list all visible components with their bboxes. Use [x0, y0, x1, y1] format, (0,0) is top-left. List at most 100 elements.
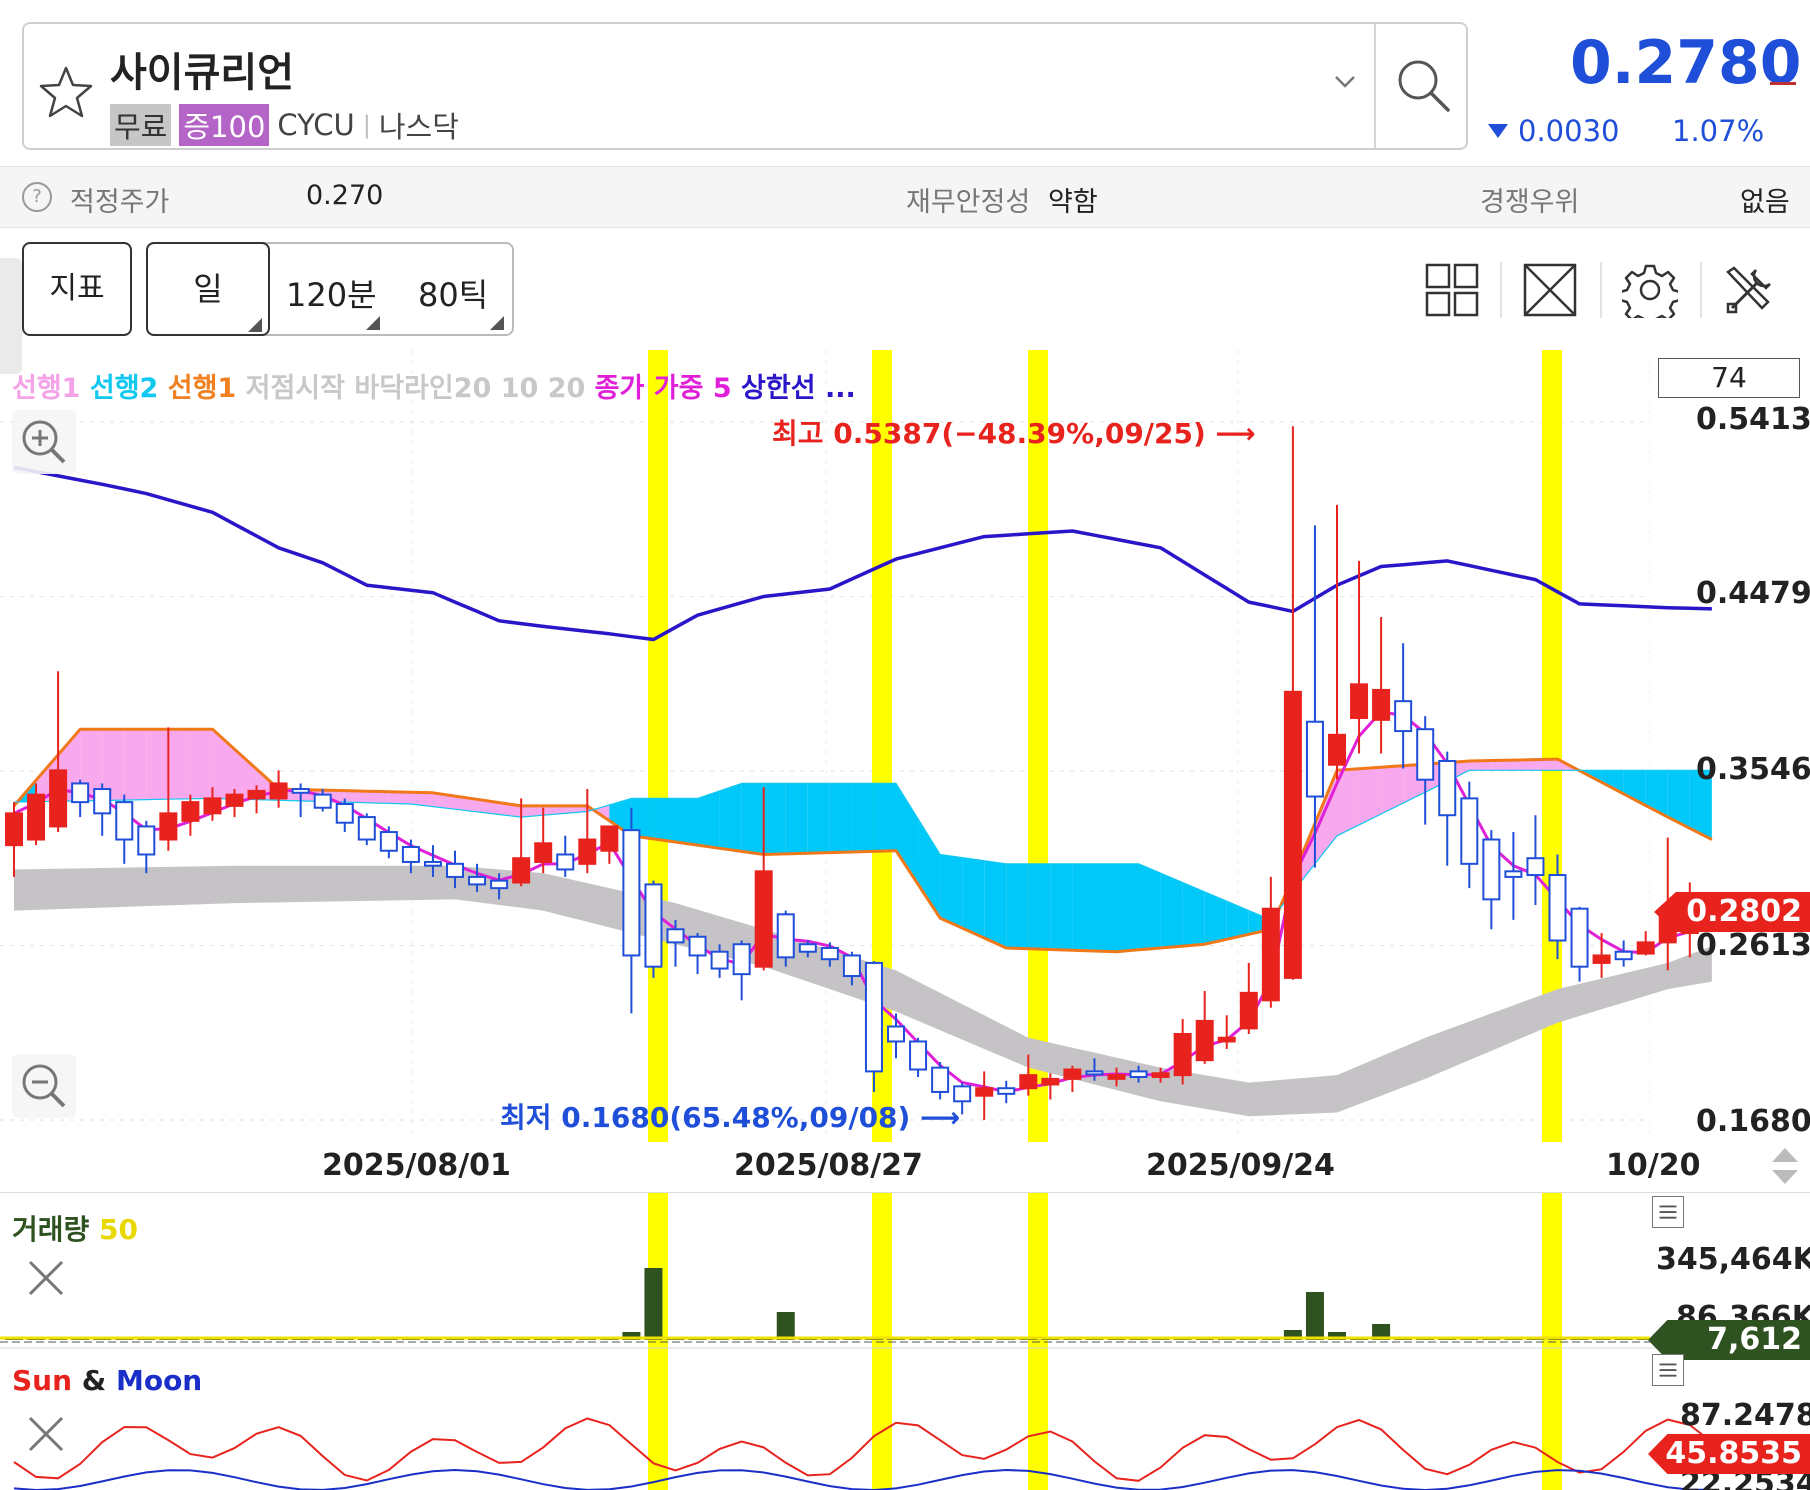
candle-body: [1526, 857, 1545, 877]
right-arrow-icon: ⟶: [1215, 417, 1256, 450]
candle-body: [93, 788, 112, 815]
candle-body: [1394, 700, 1413, 733]
candle-body: [688, 935, 707, 957]
candle-body: [1504, 870, 1523, 878]
candle-body: [159, 812, 178, 841]
cloud-segment: [1116, 863, 1139, 952]
candle-body: [1570, 907, 1589, 968]
favorite-star-icon[interactable]: [36, 62, 96, 122]
candle-body: [313, 793, 332, 809]
candle-body: [887, 1025, 905, 1043]
legend-item: 저점시작 바닥라인20 10 20: [245, 373, 595, 404]
cloud-segment: [697, 790, 720, 849]
candle-body: [27, 793, 46, 841]
candle-body: [1372, 688, 1391, 721]
candle-body: [820, 946, 839, 961]
candle-body: [512, 857, 531, 884]
chart-count-box: 74: [1658, 358, 1800, 398]
period-80tick-tab[interactable]: 80틱: [418, 270, 488, 316]
zoom-in-icon[interactable]: [12, 410, 76, 474]
highlight-band: [872, 350, 892, 1490]
candle-body: [1195, 1019, 1214, 1062]
candle-body: [357, 816, 376, 841]
grid-layout-icon[interactable]: [1424, 262, 1480, 318]
settings-gear-icon[interactable]: [1622, 262, 1678, 318]
y-tick-label: 0.4479: [1696, 576, 1810, 611]
toolbar-divider: [1700, 262, 1702, 318]
cloud-segment: [1050, 863, 1073, 951]
candle-body: [203, 797, 222, 815]
cloud-segment: [1182, 882, 1205, 947]
volume-bar: [644, 1268, 663, 1340]
cloud-segment: [1381, 765, 1404, 814]
search-icon[interactable]: [1392, 54, 1456, 118]
scroll-updown-icon[interactable]: [1770, 1146, 1800, 1186]
candle-body: [1460, 797, 1479, 865]
bottom-line-band: [14, 865, 1712, 1117]
80tick-dropdown-corner-icon: [490, 316, 504, 330]
cloud-segment: [1601, 770, 1624, 794]
price-dash: [1770, 82, 1796, 85]
cloud-segment: [1094, 863, 1117, 952]
close-icon[interactable]: [24, 1412, 68, 1456]
margin-badge: 증100: [179, 104, 270, 146]
candle-body: [1217, 1036, 1236, 1043]
high-annotation: 최고 0.5387(−48.39%,09/25) ⟶: [772, 412, 1256, 452]
close-icon[interactable]: [24, 1256, 68, 1300]
candle-body: [754, 870, 773, 968]
price-change-percent: 1.07%: [1672, 114, 1765, 148]
cloud-segment: [1028, 863, 1051, 950]
indicator-tab[interactable]: 지표: [22, 242, 132, 336]
y-tick-label: 0.1680: [1696, 1104, 1810, 1139]
stability-label: 재무안정성: [906, 187, 1031, 218]
search-divider: [1374, 24, 1376, 148]
candle-body: [644, 883, 663, 968]
help-icon[interactable]: ?: [22, 182, 52, 212]
candle-body: [909, 1040, 928, 1071]
y-axis-background: [1650, 350, 1810, 1140]
fullscreen-icon[interactable]: [1522, 262, 1578, 318]
menu-icon[interactable]: [1652, 1196, 1684, 1228]
candle-body: [534, 842, 553, 863]
volume-bars: [0, 1191, 1810, 1349]
candle-body: [5, 812, 23, 847]
chevron-down-icon[interactable]: [1330, 70, 1360, 94]
candle-body: [864, 961, 883, 1073]
tools-icon[interactable]: [1722, 262, 1778, 318]
candle-body: [1305, 720, 1324, 798]
candle-body: [423, 860, 442, 867]
high-annotation-text: 최고 0.5387(−48.39%,09/25): [772, 417, 1206, 450]
cloud-segment: [741, 783, 764, 855]
menu-icon[interactable]: [1652, 1354, 1684, 1386]
advantage-value: 없음: [1740, 187, 1790, 218]
candle-body: [1261, 907, 1280, 1002]
candle-body: [732, 943, 751, 976]
price-chart[interactable]: [0, 350, 1810, 1490]
cloud-segment: [146, 729, 169, 800]
cloud-segment: [1072, 863, 1095, 951]
candle-body: [181, 801, 200, 822]
candle-body: [1482, 838, 1501, 901]
candle-body: [1283, 690, 1302, 979]
candle-body: [468, 875, 487, 886]
volume-panel-title: 거래량 50: [12, 1208, 138, 1248]
period-120min-tab[interactable]: 120분: [286, 270, 377, 316]
sun-moon-lines: [13, 1417, 1713, 1490]
indicator-legend[interactable]: 선행1 선행2 선행1 저점시작 바닥라인20 10 20 종가 가중 5 상한…: [12, 366, 856, 405]
sun-label: Sun: [12, 1364, 73, 1397]
candle-body: [1438, 759, 1457, 817]
candle-body: [247, 789, 266, 800]
fair-price-label: 적정주가: [70, 187, 170, 218]
zoom-out-icon[interactable]: [12, 1054, 76, 1118]
free-badge: 무료: [110, 104, 172, 146]
candle-body: [49, 769, 68, 828]
volume-title-text: 거래량: [12, 1213, 90, 1246]
cloud-segment: [763, 783, 786, 855]
candle-body: [1063, 1068, 1082, 1080]
current-price: 0.2780: [1570, 28, 1802, 98]
volume-y-tick: 345,464K: [1656, 1242, 1810, 1277]
sun-moon-last-tag: 45.8535: [1648, 1434, 1810, 1474]
volume-ma-label: 50: [99, 1213, 138, 1246]
last-price-tag: 0.2802: [1654, 892, 1810, 932]
sun-line: [13, 1417, 1713, 1482]
